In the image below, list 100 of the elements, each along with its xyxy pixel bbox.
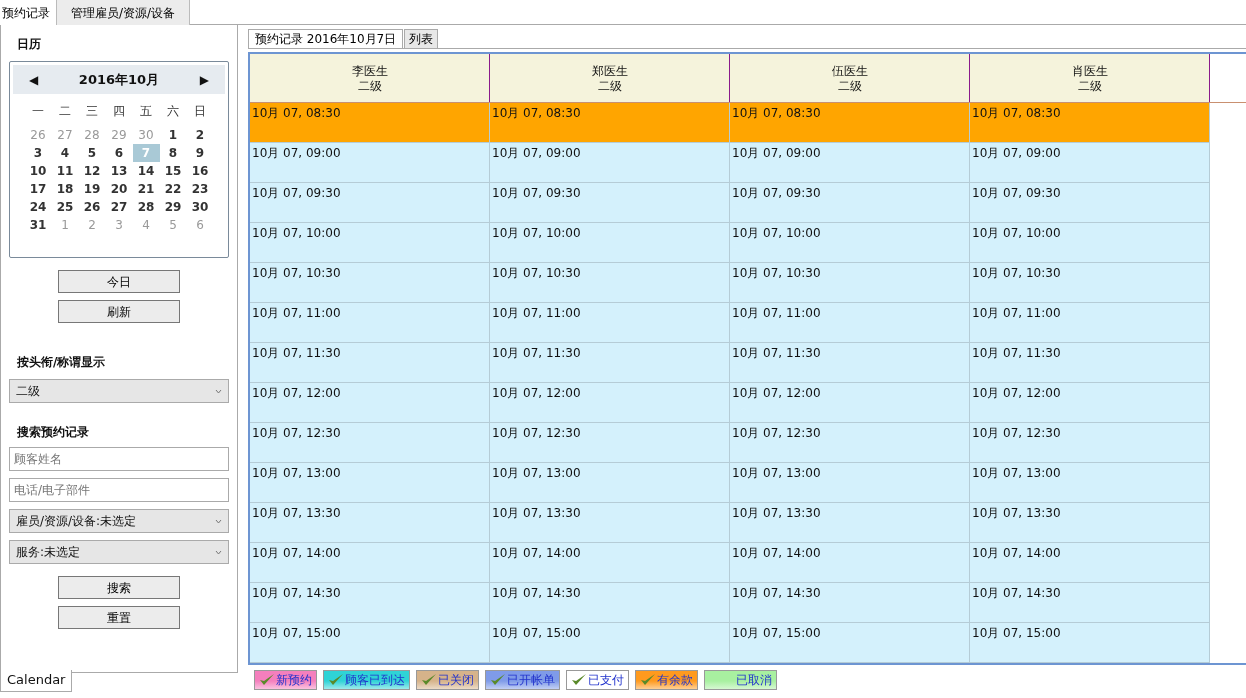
time-slot[interactable]: 10月 07, 10:00: [250, 223, 490, 263]
calendar-button[interactable]: 今日: [58, 270, 180, 293]
next-month-button[interactable]: ▶: [199, 70, 209, 89]
time-slot[interactable]: 10月 07, 12:00: [730, 383, 970, 423]
calendar-day[interactable]: 22: [159, 180, 187, 198]
time-slot[interactable]: 10月 07, 10:30: [490, 263, 730, 303]
calendar-day[interactable]: 5: [78, 144, 106, 162]
calendar-day[interactable]: 30: [186, 198, 214, 216]
time-slot[interactable]: 10月 07, 10:30: [730, 263, 970, 303]
calendar-day[interactable]: 9: [186, 144, 214, 162]
time-slot[interactable]: 10月 07, 08:30: [970, 103, 1210, 143]
time-slot[interactable]: 10月 07, 13:00: [490, 463, 730, 503]
calendar-day[interactable]: 17: [24, 180, 52, 198]
time-slot[interactable]: 10月 07, 13:00: [970, 463, 1210, 503]
time-slot[interactable]: 10月 07, 09:30: [730, 183, 970, 223]
bottom-tab[interactable]: Calendar: [0, 670, 73, 692]
time-slot[interactable]: 10月 07, 14:00: [250, 543, 490, 583]
time-slot[interactable]: 10月 07, 12:00: [490, 383, 730, 423]
calendar-day[interactable]: 27: [105, 198, 133, 216]
time-slot[interactable]: 10月 07, 10:00: [490, 223, 730, 263]
time-slot[interactable]: 10月 07, 08:30: [250, 103, 490, 143]
calendar-day[interactable]: 12: [78, 162, 106, 180]
calendar-day[interactable]: 10: [24, 162, 52, 180]
calendar-day[interactable]: 21: [132, 180, 160, 198]
calendar-day[interactable]: 15: [159, 162, 187, 180]
calendar-day[interactable]: 26: [78, 198, 106, 216]
time-slot[interactable]: 10月 07, 10:30: [970, 263, 1210, 303]
prev-month-button[interactable]: ◀: [29, 70, 39, 89]
time-slot[interactable]: 10月 07, 11:00: [970, 303, 1210, 343]
time-slot[interactable]: 10月 07, 13:30: [490, 503, 730, 543]
time-slot[interactable]: 10月 07, 11:00: [490, 303, 730, 343]
calendar-day[interactable]: 11: [51, 162, 79, 180]
time-slot[interactable]: 10月 07, 14:00: [730, 543, 970, 583]
calendar-day[interactable]: 19: [78, 180, 106, 198]
time-slot[interactable]: 10月 07, 11:30: [730, 343, 970, 383]
time-slot[interactable]: 10月 07, 08:30: [490, 103, 730, 143]
calendar-day[interactable]: 24: [24, 198, 52, 216]
time-slot[interactable]: 10月 07, 09:30: [490, 183, 730, 223]
view-tab[interactable]: 列表: [404, 29, 439, 48]
time-slot[interactable]: 10月 07, 12:30: [490, 423, 730, 463]
search-button[interactable]: 重置: [58, 606, 180, 629]
calendar-day[interactable]: 8: [159, 144, 187, 162]
time-slot[interactable]: 10月 07, 14:00: [490, 543, 730, 583]
time-slot[interactable]: 10月 07, 09:30: [250, 183, 490, 223]
time-slot[interactable]: 10月 07, 12:30: [970, 423, 1210, 463]
time-slot[interactable]: 10月 07, 15:00: [250, 623, 490, 663]
time-slot[interactable]: 10月 07, 15:00: [490, 623, 730, 663]
time-slot[interactable]: 10月 07, 13:00: [730, 463, 970, 503]
search-button[interactable]: 搜索: [58, 576, 180, 599]
time-slot[interactable]: 10月 07, 10:00: [730, 223, 970, 263]
time-slot[interactable]: 10月 07, 14:30: [730, 583, 970, 623]
time-slot[interactable]: 10月 07, 11:30: [970, 343, 1210, 383]
calendar-day[interactable]: 13: [105, 162, 133, 180]
time-slot[interactable]: 10月 07, 12:00: [250, 383, 490, 423]
time-slot[interactable]: 10月 07, 09:30: [970, 183, 1210, 223]
time-slot[interactable]: 10月 07, 11:30: [490, 343, 730, 383]
time-slot[interactable]: 10月 07, 11:30: [250, 343, 490, 383]
calendar-day[interactable]: 31: [24, 216, 52, 234]
calendar-day[interactable]: 18: [51, 180, 79, 198]
time-slot[interactable]: 10月 07, 09:00: [970, 143, 1210, 183]
calendar-day[interactable]: 28: [132, 198, 160, 216]
calendar-day[interactable]: 6: [105, 144, 133, 162]
time-slot[interactable]: 10月 07, 13:30: [970, 503, 1210, 543]
calendar-day[interactable]: 3: [24, 144, 52, 162]
calendar-day[interactable]: 14: [132, 162, 160, 180]
tab[interactable]: 管理雇员/资源/设备: [57, 0, 191, 25]
time-slot[interactable]: 10月 07, 12:00: [970, 383, 1210, 423]
filter-select[interactable]: 服务:未选定: [9, 540, 229, 564]
time-slot[interactable]: 10月 07, 09:00: [490, 143, 730, 183]
time-slot[interactable]: 10月 07, 11:00: [730, 303, 970, 343]
time-slot[interactable]: 10月 07, 13:30: [730, 503, 970, 543]
calendar-day[interactable]: 16: [186, 162, 214, 180]
search-field[interactable]: 电话/电子部件: [9, 478, 229, 502]
time-slot[interactable]: 10月 07, 14:00: [970, 543, 1210, 583]
filter-select[interactable]: 雇员/资源/设备:未选定: [9, 509, 229, 533]
calendar-day[interactable]: 2: [186, 126, 214, 144]
calendar-day[interactable]: 25: [51, 198, 79, 216]
calendar-day[interactable]: 20: [105, 180, 133, 198]
time-slot[interactable]: 10月 07, 10:00: [970, 223, 1210, 263]
time-slot[interactable]: 10月 07, 14:30: [250, 583, 490, 623]
time-slot[interactable]: 10月 07, 09:00: [250, 143, 490, 183]
time-slot[interactable]: 10月 07, 15:00: [970, 623, 1210, 663]
search-field[interactable]: 顾客姓名: [9, 447, 229, 471]
calendar-day[interactable]: 1: [159, 126, 187, 144]
calendar-day[interactable]: 4: [51, 144, 79, 162]
time-slot[interactable]: 10月 07, 10:30: [250, 263, 490, 303]
title-select[interactable]: 二级: [9, 379, 229, 403]
time-slot[interactable]: 10月 07, 12:30: [730, 423, 970, 463]
time-slot[interactable]: 10月 07, 09:00: [730, 143, 970, 183]
time-slot[interactable]: 10月 07, 08:30: [730, 103, 970, 143]
tab[interactable]: 预约记录: [0, 0, 57, 25]
time-slot[interactable]: 10月 07, 11:00: [250, 303, 490, 343]
time-slot[interactable]: 10月 07, 12:30: [250, 423, 490, 463]
time-slot[interactable]: 10月 07, 13:00: [250, 463, 490, 503]
calendar-day[interactable]: 29: [159, 198, 187, 216]
time-slot[interactable]: 10月 07, 14:30: [970, 583, 1210, 623]
time-slot[interactable]: 10月 07, 13:30: [250, 503, 490, 543]
time-slot[interactable]: 10月 07, 14:30: [490, 583, 730, 623]
view-tab[interactable]: 预约记录 2016年10月7日: [248, 29, 404, 48]
calendar-day[interactable]: 23: [186, 180, 214, 198]
